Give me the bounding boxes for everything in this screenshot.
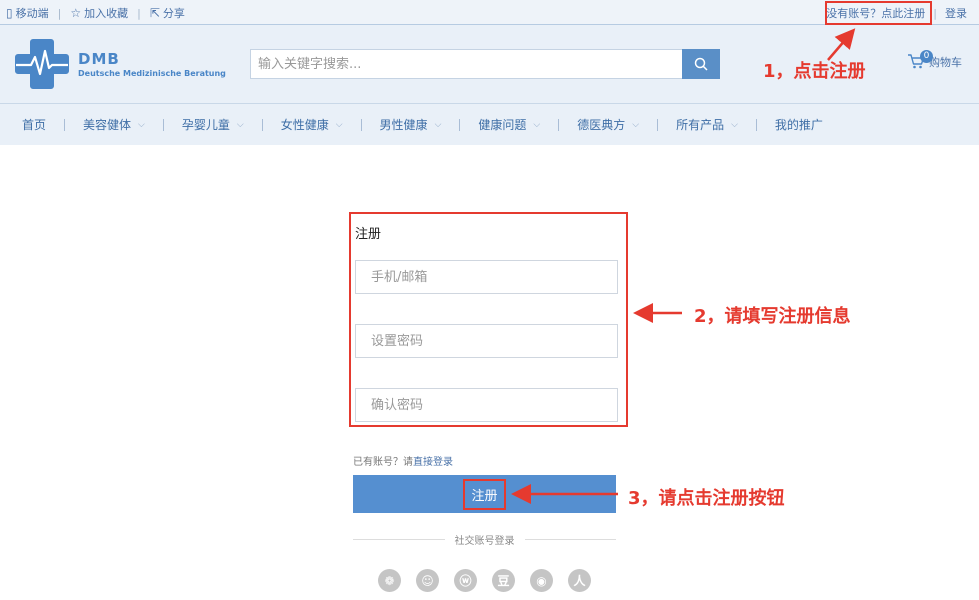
nav-item-recipes[interactable]: 德医典方 ⌵ — [577, 116, 639, 133]
nav-item-women[interactable]: 女性健康 ⌵ — [281, 116, 343, 133]
divider-line — [353, 538, 445, 540]
search-icon — [694, 57, 708, 71]
share-icon: ⇱ — [149, 6, 160, 20]
password-input[interactable] — [355, 324, 618, 358]
chevron-down-icon: ⌵ — [236, 119, 244, 130]
confirm-password-input[interactable] — [355, 388, 618, 422]
nav-divider — [261, 118, 263, 131]
nav-divider — [755, 118, 757, 131]
social-login-divider: 社交账号登录 — [353, 532, 616, 547]
nav-label: 健康问题 — [478, 118, 527, 132]
have-account-text: 已有账号？请直接登录 — [353, 453, 453, 468]
chevron-down-icon: ⌵ — [632, 119, 640, 130]
register-submit-button[interactable]: 注册 — [353, 475, 616, 513]
nav-item-beauty[interactable]: 美容健体 ⌵ — [83, 116, 145, 133]
nav-item-baby[interactable]: 孕婴儿童 ⌵ — [182, 116, 244, 133]
nav-label: 所有产品 — [676, 118, 725, 132]
search-bar — [250, 49, 720, 79]
chevron-down-icon: ⌵ — [434, 119, 442, 130]
medical-cross-icon — [15, 39, 69, 89]
nav-divider — [162, 118, 164, 131]
register-submit-label: 注册 — [463, 478, 506, 510]
nav-label: 美容健体 — [83, 118, 132, 132]
mobile-link[interactable]: ▯ 移动端 — [6, 5, 49, 21]
annotation-highlight-register — [825, 1, 932, 25]
logo-main: DMB — [78, 50, 120, 68]
logo[interactable]: DMB Deutsche Medizinische Beratung — [14, 37, 226, 91]
chevron-down-icon: ⌵ — [731, 119, 738, 130]
register-form: 注册 — [349, 212, 629, 427]
separator: | — [933, 6, 937, 20]
top-left-links: ▯ 移动端 | ☆ 加入收藏 | ⇱ 分享 — [6, 5, 185, 21]
phone-icon: ▯ — [6, 6, 13, 20]
annotation-step-1: 1，点击注册 — [763, 61, 866, 82]
qq-icon[interactable]: ☺ — [416, 569, 439, 592]
nav-label: 男性健康 — [379, 118, 428, 132]
nav-item-promotion[interactable]: 我的推广 — [775, 116, 823, 133]
nav-item-home[interactable]: 首页 — [22, 116, 46, 133]
nav-item-health[interactable]: 健康问题 ⌵ — [478, 116, 540, 133]
logo-text: DMB Deutsche Medizinische Beratung — [78, 50, 226, 78]
annotation-step-3: 3，请点击注册按钮 — [628, 488, 785, 509]
nav-label: 我的推广 — [774, 118, 823, 132]
annotation-step-2: 2，请填写注册信息 — [694, 306, 851, 327]
nav-divider — [64, 118, 66, 131]
nav-divider — [657, 118, 659, 131]
search-input[interactable] — [250, 49, 682, 79]
nav-divider — [360, 118, 362, 131]
nav-label: 首页 — [22, 118, 47, 132]
cart-label: 购物车 — [929, 56, 962, 69]
social-login-label: 社交账号登录 — [454, 535, 515, 547]
main-nav: 首页 美容健体 ⌵ 孕婴儿童 ⌵ 女性健康 ⌵ 男性健康 ⌵ 健康问题 ⌵ 德医典方 ⌵ 所… — [0, 103, 979, 145]
mobile-label: 移动端 — [15, 7, 49, 20]
cart-count-badge: 0 — [920, 50, 933, 63]
login-link[interactable]: 登录 — [945, 5, 967, 21]
nav-divider — [558, 118, 560, 131]
chevron-down-icon: ⌵ — [138, 119, 145, 130]
nav-item-men[interactable]: 男性健康 ⌵ — [380, 116, 442, 133]
chevron-down-icon: ⌵ — [335, 119, 343, 130]
logo-sub: Deutsche Medizinische Beratung — [78, 69, 226, 78]
weibo-icon[interactable]: ⓦ — [454, 569, 477, 592]
nav-label: 女性健康 — [280, 118, 329, 132]
register-fields-box: 注册 — [349, 212, 628, 427]
separator: | — [57, 6, 62, 20]
social-login-icons: ❁ ☺ ⓦ 豆 ◉ 人 — [378, 569, 591, 592]
nav-label: 孕婴儿童 — [181, 118, 230, 132]
favorite-link[interactable]: ☆ 加入收藏 — [70, 5, 128, 21]
wechat-icon[interactable]: ❁ — [378, 569, 401, 592]
nav-divider — [459, 118, 461, 131]
cart-link[interactable]: 0 购物车 — [907, 50, 962, 70]
nav-label: 德医典方 — [577, 118, 626, 132]
nav-item-products[interactable]: 所有产品 ⌵ — [676, 116, 738, 133]
direct-login-link[interactable]: 直接登录 — [413, 457, 453, 468]
favorite-label: 加入收藏 — [84, 7, 129, 20]
phone-email-input[interactable] — [355, 260, 618, 294]
separator: | — [137, 6, 141, 20]
form-title: 注册 — [355, 227, 382, 242]
share-link[interactable]: ⇱ 分享 — [150, 5, 185, 21]
share-label: 分享 — [162, 7, 185, 20]
taobao-icon[interactable]: ◉ — [530, 569, 553, 592]
douban-icon[interactable]: 豆 — [492, 569, 515, 592]
search-button[interactable] — [682, 49, 720, 79]
page: ▯ 移动端 | ☆ 加入收藏 | ⇱ 分享 没有账号？点此注册 | 登录 DMB… — [0, 0, 979, 600]
chevron-down-icon: ⌵ — [533, 119, 541, 130]
star-icon: ☆ — [70, 6, 82, 20]
have-account-label: 已有账号？请 — [353, 457, 413, 468]
divider-line — [524, 538, 616, 540]
renren-icon[interactable]: 人 — [568, 569, 591, 592]
